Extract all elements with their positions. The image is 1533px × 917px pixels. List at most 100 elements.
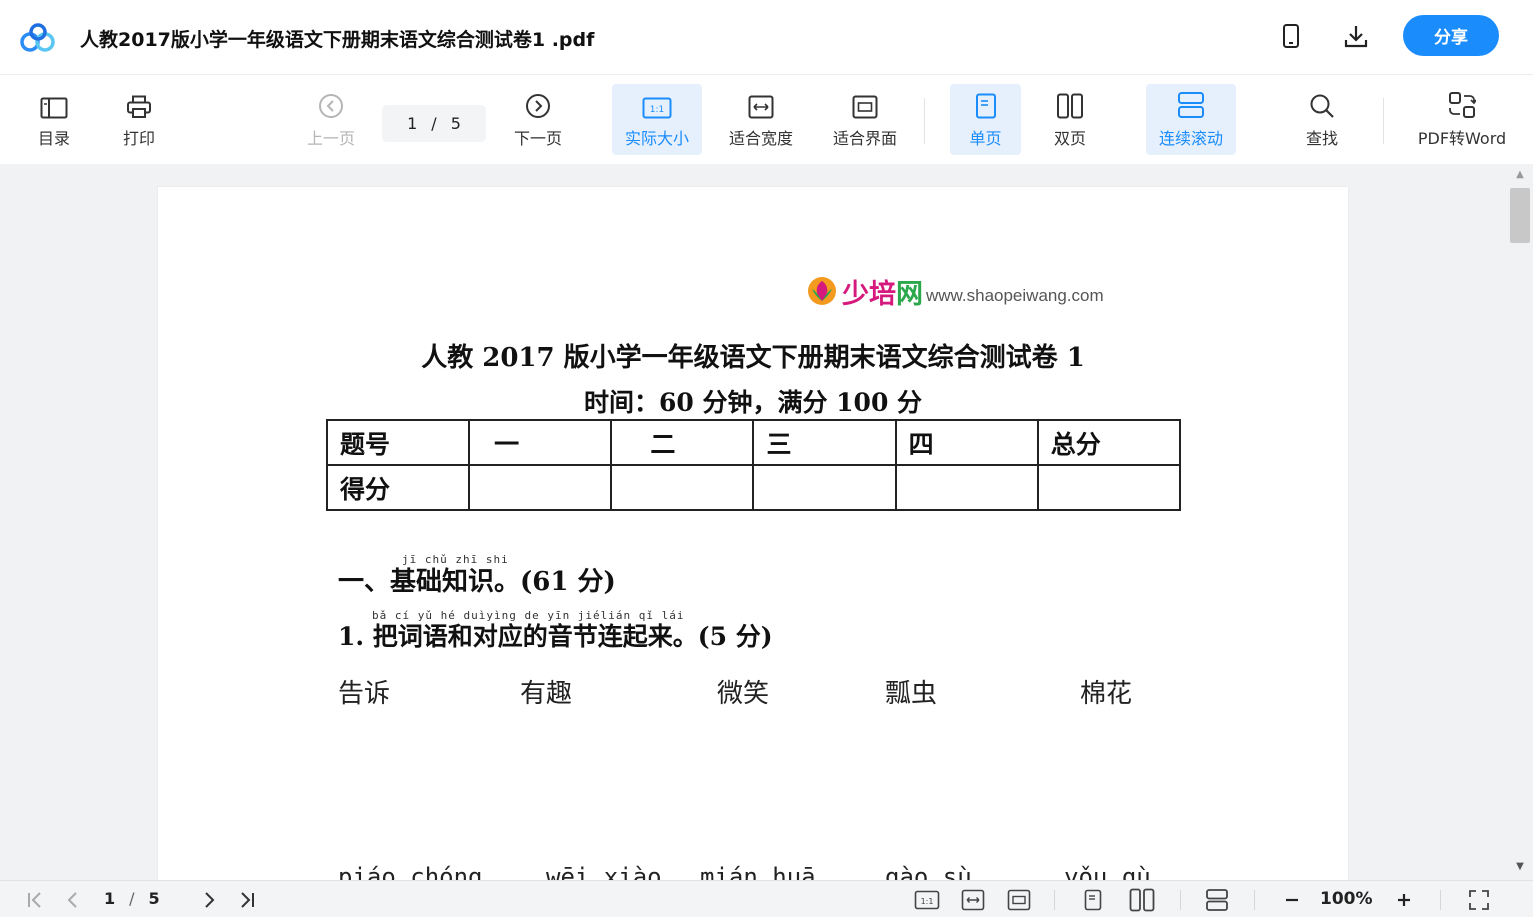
first-page-icon xyxy=(28,891,41,908)
table-row: 题号 一 二 三 四 总分 xyxy=(325,419,1182,466)
share-button[interactable]: 分享 xyxy=(1403,15,1499,56)
actual-size-label: 实际大小 xyxy=(624,129,689,148)
scrollbar-thumb[interactable] xyxy=(1510,188,1530,243)
paper-subtitle: 时间：60 分钟，满分 100 分 xyxy=(583,388,923,417)
current-page: 1 xyxy=(407,114,418,133)
toc-button[interactable]: 目录 xyxy=(30,84,78,155)
table-cell xyxy=(752,464,897,511)
continuous-scroll-button[interactable]: 连续滚动 xyxy=(1146,84,1236,155)
fit-width-icon xyxy=(748,95,774,119)
table-cell xyxy=(894,464,1039,511)
zoom-out-button[interactable] xyxy=(1280,886,1304,913)
page-separator: / xyxy=(431,114,437,133)
fit-page-icon xyxy=(852,95,878,119)
word-item: 告诉 xyxy=(338,679,391,709)
table-cell: 总分 xyxy=(1036,419,1182,466)
table-cell: 一 xyxy=(468,419,613,466)
fit-page-label: 适合界面 xyxy=(832,129,897,148)
continuous-scroll-small-button[interactable] xyxy=(1202,886,1232,913)
prev-page-button[interactable]: 上一页 xyxy=(298,84,364,155)
scroll-up-arrow-icon[interactable]: ▲ xyxy=(1513,168,1527,180)
single-page-button[interactable]: 单页 xyxy=(950,84,1021,155)
fullscreen-icon xyxy=(1469,889,1489,910)
table-cell: 四 xyxy=(894,419,1039,466)
status-divider xyxy=(1180,890,1181,910)
pdf-to-word-button[interactable]: PDF转Word xyxy=(1410,84,1514,155)
prev-page-small-button[interactable] xyxy=(60,886,84,913)
toolbar-divider xyxy=(924,98,925,144)
section-heading: 一、基础知识。(61 分) xyxy=(338,567,616,597)
double-page-button[interactable]: 双页 xyxy=(1040,84,1100,155)
download-icon xyxy=(1344,26,1368,48)
fit-page-small-button[interactable] xyxy=(1004,886,1034,913)
pinyin-item: yǒu qù xyxy=(1064,863,1151,880)
chevron-right-icon xyxy=(205,891,215,908)
printer-icon xyxy=(127,95,151,118)
scroll-down-arrow-icon[interactable]: ▼ xyxy=(1513,860,1527,872)
prev-page-label: 上一页 xyxy=(306,129,355,148)
pdf-to-word-label: PDF转Word xyxy=(1417,129,1507,148)
actual-size-small-button[interactable]: 1:1 xyxy=(912,886,942,913)
site-watermark-logo: 少培网 www.shaopeiwang.com xyxy=(806,273,1104,310)
print-button[interactable]: 打印 xyxy=(115,84,163,155)
status-divider xyxy=(1254,890,1255,910)
fullscreen-button[interactable] xyxy=(1466,886,1492,913)
next-page-button[interactable]: 下一页 xyxy=(505,84,571,155)
double-page-icon xyxy=(1057,93,1083,119)
svg-text:1:1: 1:1 xyxy=(650,105,664,115)
toolbar-divider xyxy=(1383,98,1384,144)
question-1: 1. 把词语和对应的音节连起来。(5 分) xyxy=(338,622,773,651)
mobile-view-button[interactable] xyxy=(1276,21,1306,51)
fit-page-icon xyxy=(1007,889,1031,910)
double-page-icon xyxy=(1129,888,1155,911)
single-page-small-button[interactable] xyxy=(1080,886,1106,913)
score-table: 题号 一 二 三 四 总分 得分 xyxy=(325,419,1182,511)
status-bar: 1 / 5 1:1 100% xyxy=(0,880,1533,917)
status-divider xyxy=(1440,890,1441,910)
fit-page-button[interactable]: 适合界面 xyxy=(822,84,908,155)
vertical-scrollbar[interactable] xyxy=(1510,164,1533,880)
table-cell xyxy=(610,464,755,511)
word-item: 有趣 xyxy=(520,679,573,709)
single-page-label: 单页 xyxy=(969,129,1002,148)
print-label: 打印 xyxy=(122,129,155,148)
word-item: 棉花 xyxy=(1080,679,1133,709)
first-page-button[interactable] xyxy=(22,886,48,913)
zoom-level[interactable]: 100% xyxy=(1320,889,1373,909)
next-page-small-button[interactable] xyxy=(198,886,222,913)
zoom-in-button[interactable] xyxy=(1392,886,1416,913)
pinyin-item: wēi xiào xyxy=(546,863,662,880)
table-cell: 二 xyxy=(610,419,755,466)
table-row: 得分 xyxy=(325,464,1182,511)
double-page-label: 双页 xyxy=(1053,129,1086,148)
svg-text:1:1: 1:1 xyxy=(921,897,934,906)
fit-width-icon xyxy=(961,889,985,910)
fit-width-label: 适合宽度 xyxy=(728,129,793,148)
continuous-scroll-icon xyxy=(1178,92,1204,118)
sidebar-icon xyxy=(40,97,68,119)
double-page-small-button[interactable] xyxy=(1126,886,1158,913)
pinyin-item: mián huā xyxy=(700,863,816,880)
table-cell: 得分 xyxy=(325,464,471,511)
phone-icon xyxy=(1283,24,1299,48)
viewer-toolbar: 目录 打印 上一页 1 / 5 下一页 1:1 实际大小 适合宽度 适合界面 单… xyxy=(0,76,1533,164)
flower-logo-icon xyxy=(808,277,836,305)
document-viewport[interactable]: 少培网 www.shaopeiwang.com 人教 2017 版小学一年级语文… xyxy=(0,164,1510,880)
find-button[interactable]: 查找 xyxy=(1295,84,1349,155)
convert-icon xyxy=(1449,92,1476,118)
table-cell: 题号 xyxy=(325,419,471,466)
page-input[interactable]: 1 / 5 xyxy=(382,105,486,142)
fit-width-button[interactable]: 适合宽度 xyxy=(718,84,804,155)
plus-icon xyxy=(1398,893,1410,906)
paper-title: 人教 2017 版小学一年级语文下册期末语文综合测试卷 1 xyxy=(421,343,1085,373)
table-cell: 三 xyxy=(752,419,897,466)
actual-size-button[interactable]: 1:1 实际大小 xyxy=(612,84,702,155)
actual-size-icon: 1:1 xyxy=(914,890,940,909)
site-name: 少培网 xyxy=(842,278,923,310)
pdf-page: 少培网 www.shaopeiwang.com 人教 2017 版小学一年级语文… xyxy=(158,187,1348,880)
pinyin-item: piáo chóng xyxy=(338,863,483,880)
pinyin-item: gào sù xyxy=(885,863,972,880)
download-button[interactable] xyxy=(1341,21,1371,51)
fit-width-small-button[interactable] xyxy=(958,886,988,913)
last-page-button[interactable] xyxy=(234,886,260,913)
